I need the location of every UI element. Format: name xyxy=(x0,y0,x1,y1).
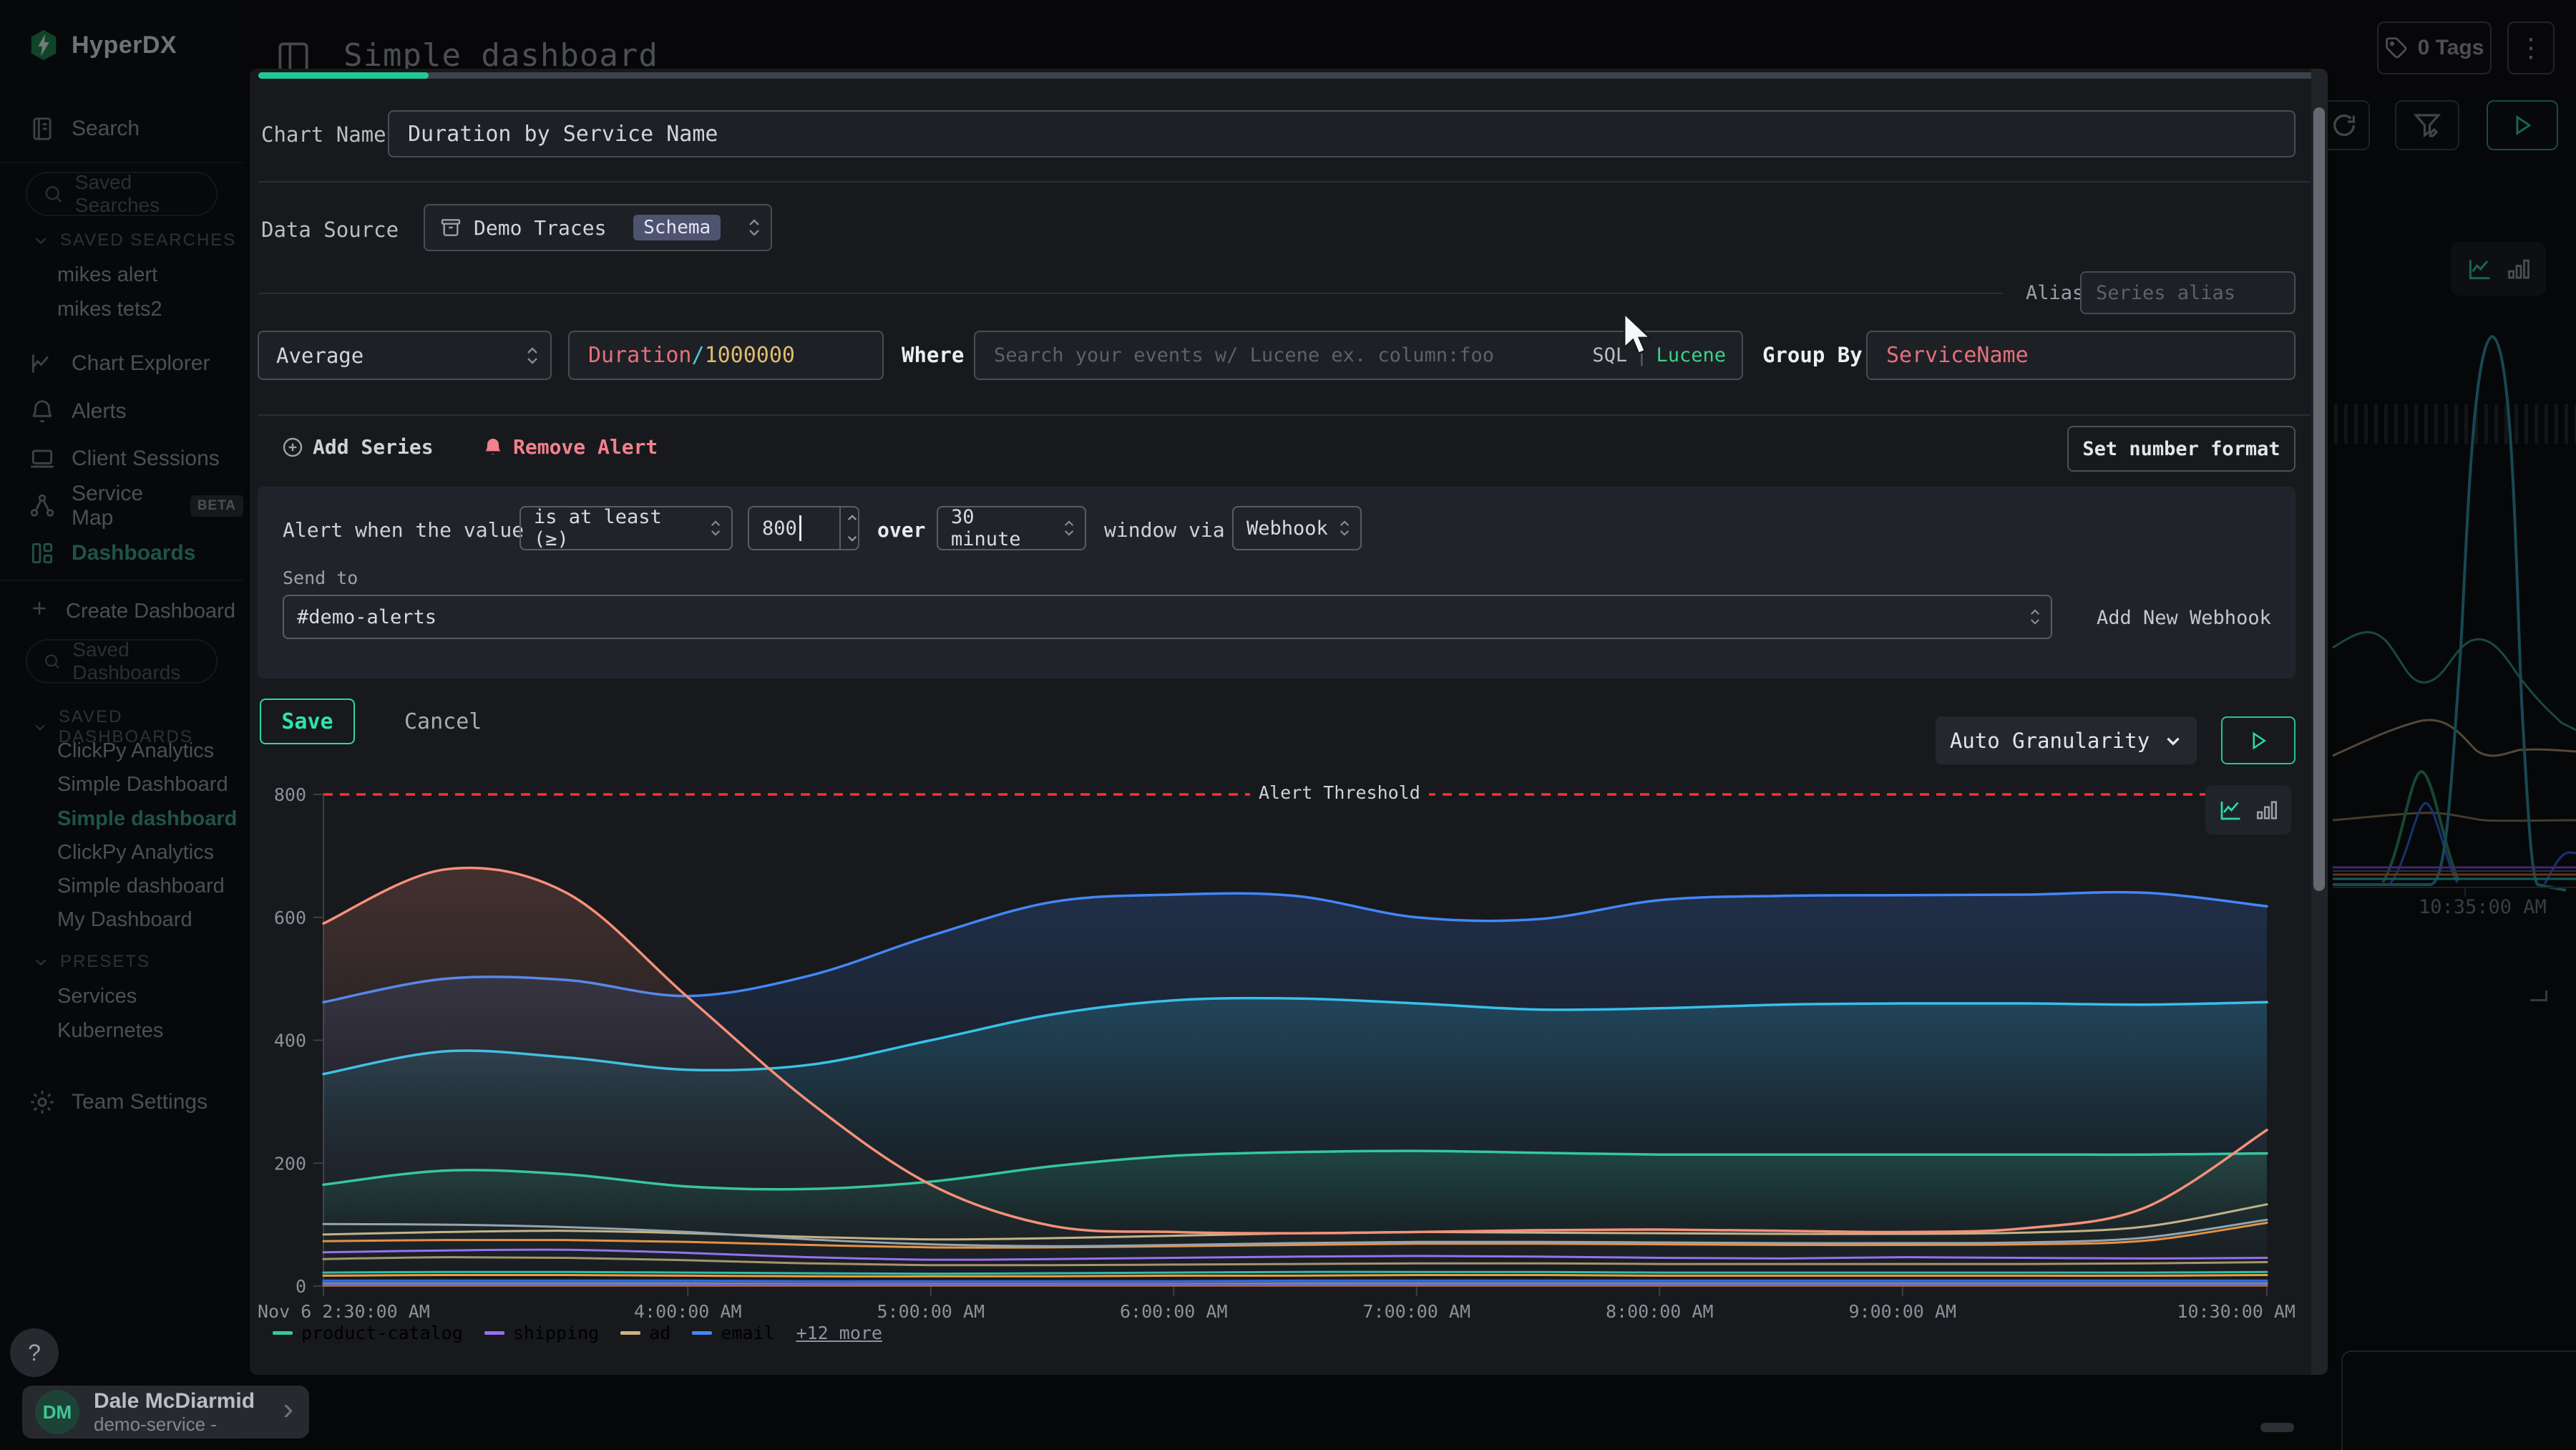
legend-item[interactable]: shipping xyxy=(484,1323,599,1343)
svg-text:800: 800 xyxy=(274,784,306,805)
user-name: Dale McDiarmid xyxy=(94,1389,255,1413)
bar-chart-icon xyxy=(2255,798,2279,822)
avatar: DM xyxy=(35,1390,79,1434)
avatar-initials: DM xyxy=(43,1401,72,1424)
legend-more-link[interactable]: +12 more xyxy=(796,1323,882,1343)
svg-text:7:00:00 AM: 7:00:00 AM xyxy=(1362,1301,1470,1322)
help-label: ? xyxy=(28,1340,41,1366)
legend-label: shipping xyxy=(513,1323,599,1343)
edit-chart-modal: Chart Name Duration by Service Name Data… xyxy=(250,69,2328,1375)
svg-text:8:00:00 AM: 8:00:00 AM xyxy=(1606,1301,1714,1322)
duration-chart: 0 200 400 600 800 Nov 6 2:30:00 AM 4:00:00 AM 5… xyxy=(250,69,2328,1375)
svg-text:600: 600 xyxy=(274,908,306,928)
mouse-cursor xyxy=(1623,312,1656,358)
svg-text:Nov 6 2:30:00 AM: Nov 6 2:30:00 AM xyxy=(258,1301,430,1322)
legend-swatch xyxy=(484,1331,504,1335)
legend-swatch xyxy=(273,1331,293,1335)
svg-text:9:00:00 AM: 9:00:00 AM xyxy=(1848,1301,1956,1322)
svg-text:5:00:00 AM: 5:00:00 AM xyxy=(877,1301,985,1322)
user-info: Dale McDiarmid demo-service - xyxy=(94,1389,255,1435)
chart-type-toggle[interactable] xyxy=(2205,785,2291,835)
legend-item[interactable]: ad xyxy=(620,1323,670,1343)
legend-swatch xyxy=(692,1331,712,1335)
modal-scrollbar[interactable] xyxy=(2311,69,2328,1375)
line-chart-icon xyxy=(2218,797,2243,823)
legend-label: email xyxy=(721,1323,774,1343)
legend-label: product-catalog xyxy=(301,1323,463,1343)
chevron-right-icon: › xyxy=(283,1391,293,1427)
svg-text:10:30:00 AM: 10:30:00 AM xyxy=(2177,1301,2296,1322)
legend-label: ad xyxy=(649,1323,670,1343)
help-button[interactable]: ? xyxy=(10,1328,59,1377)
legend-swatch xyxy=(620,1331,640,1335)
svg-text:400: 400 xyxy=(274,1031,306,1051)
svg-text:0: 0 xyxy=(296,1276,306,1297)
screen: Simple dashboard 0 Tags ⋮ 10:35:00 AM xyxy=(0,0,2576,1450)
legend-item[interactable]: email xyxy=(692,1323,774,1343)
chart-legend: product-catalog shipping ad email +12 mo… xyxy=(273,1323,882,1343)
alert-threshold-label: Alert Threshold xyxy=(1250,782,1429,803)
modal-scrollbar-thumb[interactable] xyxy=(2313,107,2325,891)
svg-text:4:00:00 AM: 4:00:00 AM xyxy=(634,1301,742,1322)
user-menu[interactable]: DM Dale McDiarmid demo-service - › xyxy=(22,1386,309,1439)
user-subtitle: demo-service - xyxy=(94,1413,255,1435)
legend-item[interactable]: product-catalog xyxy=(273,1323,463,1343)
svg-text:200: 200 xyxy=(274,1153,306,1174)
svg-text:6:00:00 AM: 6:00:00 AM xyxy=(1120,1301,1228,1322)
